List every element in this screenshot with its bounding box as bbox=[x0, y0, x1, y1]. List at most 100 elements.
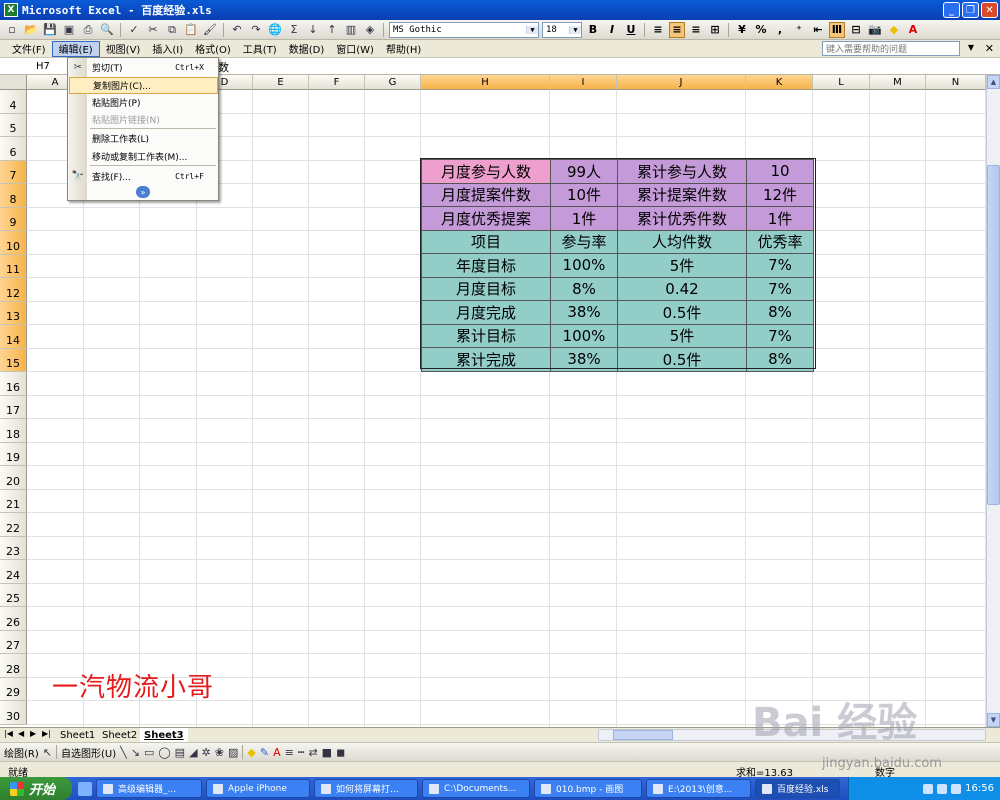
align-right-icon[interactable]: ≡ bbox=[688, 22, 704, 38]
minimize-button[interactable]: _ bbox=[943, 2, 960, 18]
name-box[interactable]: H7 bbox=[0, 58, 68, 74]
table-cell[interactable]: 累计提案件数 bbox=[617, 182, 747, 207]
scroll-thumb[interactable] bbox=[987, 165, 1000, 505]
menu-edit[interactable]: 编辑(E) bbox=[51, 40, 100, 57]
table-cell[interactable]: 人均件数 bbox=[617, 229, 747, 254]
table-cell[interactable]: 0.42 bbox=[617, 276, 747, 301]
edit-menu-item[interactable]: 粘贴图片(P) bbox=[69, 94, 218, 111]
open-icon[interactable]: 📂 bbox=[23, 22, 39, 38]
table-cell[interactable]: 1件 bbox=[550, 206, 618, 231]
shadow-icon[interactable]: ■ bbox=[322, 746, 332, 759]
arrow-icon[interactable]: ↘ bbox=[131, 746, 140, 759]
row-header-15[interactable]: 15 bbox=[0, 348, 27, 372]
hyperlink-icon[interactable]: 🌐 bbox=[267, 22, 283, 38]
table-cell[interactable]: 7% bbox=[746, 276, 814, 301]
font-color-icon[interactable]: A bbox=[905, 22, 921, 38]
font-name-select[interactable]: MS Gothic ▼ bbox=[389, 21, 539, 38]
row-header-18[interactable]: 18 bbox=[0, 419, 27, 443]
row-header-11[interactable]: 11 bbox=[0, 254, 27, 278]
select-all-corner[interactable] bbox=[0, 75, 27, 90]
start-button[interactable]: 开始 bbox=[0, 777, 72, 800]
menu-window[interactable]: 窗口(W) bbox=[330, 41, 380, 57]
scroll-up-icon[interactable]: ▲ bbox=[987, 75, 1000, 89]
chevron-down-icon[interactable]: ▼ bbox=[968, 43, 974, 52]
taskbar-task[interactable]: E:\2013\创意... bbox=[646, 779, 751, 798]
dash-style-icon[interactable]: ┅ bbox=[298, 746, 305, 759]
sort-descending-icon[interactable]: ↑ bbox=[324, 22, 340, 38]
arrow-style-icon[interactable]: ⇄ bbox=[308, 746, 317, 759]
draw-menu-button[interactable]: 绘图(R) bbox=[4, 745, 39, 760]
column-header-l[interactable]: L bbox=[813, 75, 870, 90]
close-button[interactable]: ✕ bbox=[981, 2, 998, 18]
column-header-k[interactable]: K bbox=[746, 75, 813, 90]
table-cell[interactable]: 累计优秀件数 bbox=[617, 206, 747, 231]
decrease-indent-icon[interactable]: ⇤ bbox=[810, 22, 826, 38]
menu-data[interactable]: 数据(D) bbox=[283, 41, 331, 57]
column-header-i[interactable]: I bbox=[550, 75, 617, 90]
clipart-icon[interactable]: ❀ bbox=[215, 746, 224, 759]
column-header-m[interactable]: M bbox=[870, 75, 926, 90]
table-cell[interactable]: 月度完成 bbox=[421, 300, 551, 325]
undo-icon[interactable]: ↶ bbox=[229, 22, 245, 38]
row-header-21[interactable]: 21 bbox=[0, 489, 27, 513]
bold-button[interactable]: B bbox=[585, 22, 601, 38]
row-header-29[interactable]: 29 bbox=[0, 677, 27, 701]
prev-sheet-icon[interactable]: ◀ bbox=[18, 729, 24, 738]
column-header-n[interactable]: N bbox=[926, 75, 986, 90]
underline-button[interactable]: U bbox=[623, 22, 639, 38]
row-header-7[interactable]: 7 bbox=[0, 160, 27, 184]
row-header-6[interactable]: 6 bbox=[0, 137, 27, 161]
table-cell[interactable]: 12件 bbox=[746, 182, 814, 207]
camera-icon[interactable]: 📷 bbox=[867, 22, 883, 38]
table-cell[interactable]: 月度提案件数 bbox=[421, 182, 551, 207]
restore-button[interactable]: ❐ bbox=[962, 2, 979, 18]
rectangle-icon[interactable]: ▭ bbox=[144, 746, 154, 759]
table-cell[interactable]: 累计目标 bbox=[421, 323, 551, 348]
scroll-down-icon[interactable]: ▼ bbox=[987, 713, 1000, 727]
table-cell[interactable]: 月度优秀提案 bbox=[421, 206, 551, 231]
table-cell[interactable]: 7% bbox=[746, 253, 814, 278]
row-header-16[interactable]: 16 bbox=[0, 372, 27, 396]
table-cell[interactable]: 8% bbox=[550, 276, 618, 301]
sheet-tab-sheet2[interactable]: Sheet2 bbox=[98, 728, 141, 742]
help-search-input[interactable]: 键入需要帮助的问题 bbox=[822, 41, 960, 56]
chevron-double-down-icon[interactable]: » bbox=[136, 186, 150, 198]
table-cell[interactable]: 38% bbox=[550, 347, 618, 372]
chart-wizard-icon[interactable]: ▥ bbox=[343, 22, 359, 38]
sheet-tab-sheet3[interactable]: Sheet3 bbox=[140, 728, 188, 742]
row-header-5[interactable]: 5 bbox=[0, 113, 27, 137]
picture-icon[interactable]: ▨ bbox=[228, 746, 238, 759]
document-close-icon[interactable]: ✕ bbox=[985, 42, 994, 55]
row-header-14[interactable]: 14 bbox=[0, 325, 27, 349]
redo-icon[interactable]: ↷ bbox=[248, 22, 264, 38]
increase-decimal-icon[interactable]: ⁺ bbox=[791, 22, 807, 38]
copy-icon[interactable]: ⧉ bbox=[164, 22, 180, 38]
autoshapes-button[interactable]: 自选图形(U) bbox=[61, 745, 116, 760]
fill-color-icon[interactable]: ◆ bbox=[886, 22, 902, 38]
fill-color-icon[interactable]: ◆ bbox=[247, 746, 255, 759]
column-header-f[interactable]: F bbox=[309, 75, 365, 90]
table-cell[interactable]: 1件 bbox=[746, 206, 814, 231]
table-cell[interactable]: 0.5件 bbox=[617, 347, 747, 372]
table-cell[interactable]: 年度目标 bbox=[421, 253, 551, 278]
italic-button[interactable]: I bbox=[604, 22, 620, 38]
select-objects-icon[interactable]: ↖ bbox=[43, 746, 52, 759]
wordart-icon[interactable]: ◢ bbox=[189, 746, 197, 759]
menu-view[interactable]: 视图(V) bbox=[100, 41, 147, 57]
sheet-tab-sheet1[interactable]: Sheet1 bbox=[56, 728, 99, 742]
permission-icon[interactable]: ▣ bbox=[61, 22, 77, 38]
row-header-19[interactable]: 19 bbox=[0, 442, 27, 466]
table-cell[interactable]: 99人 bbox=[550, 159, 618, 184]
row-header-10[interactable]: 10 bbox=[0, 231, 27, 255]
scroll-thumb[interactable] bbox=[613, 730, 673, 740]
comma-icon[interactable]: , bbox=[772, 22, 788, 38]
menu-tools[interactable]: 工具(T) bbox=[237, 41, 283, 57]
save-icon[interactable]: 💾 bbox=[42, 22, 58, 38]
font-color-icon[interactable]: A bbox=[273, 746, 281, 759]
textbox-icon[interactable]: ▤ bbox=[175, 746, 185, 759]
chevron-down-icon[interactable]: ▼ bbox=[569, 25, 581, 34]
taskbar-task[interactable]: Apple iPhone bbox=[206, 779, 310, 798]
line-style-icon[interactable]: ≡ bbox=[285, 746, 294, 759]
row-header-17[interactable]: 17 bbox=[0, 395, 27, 419]
diagram-icon[interactable]: ✲ bbox=[202, 746, 211, 759]
